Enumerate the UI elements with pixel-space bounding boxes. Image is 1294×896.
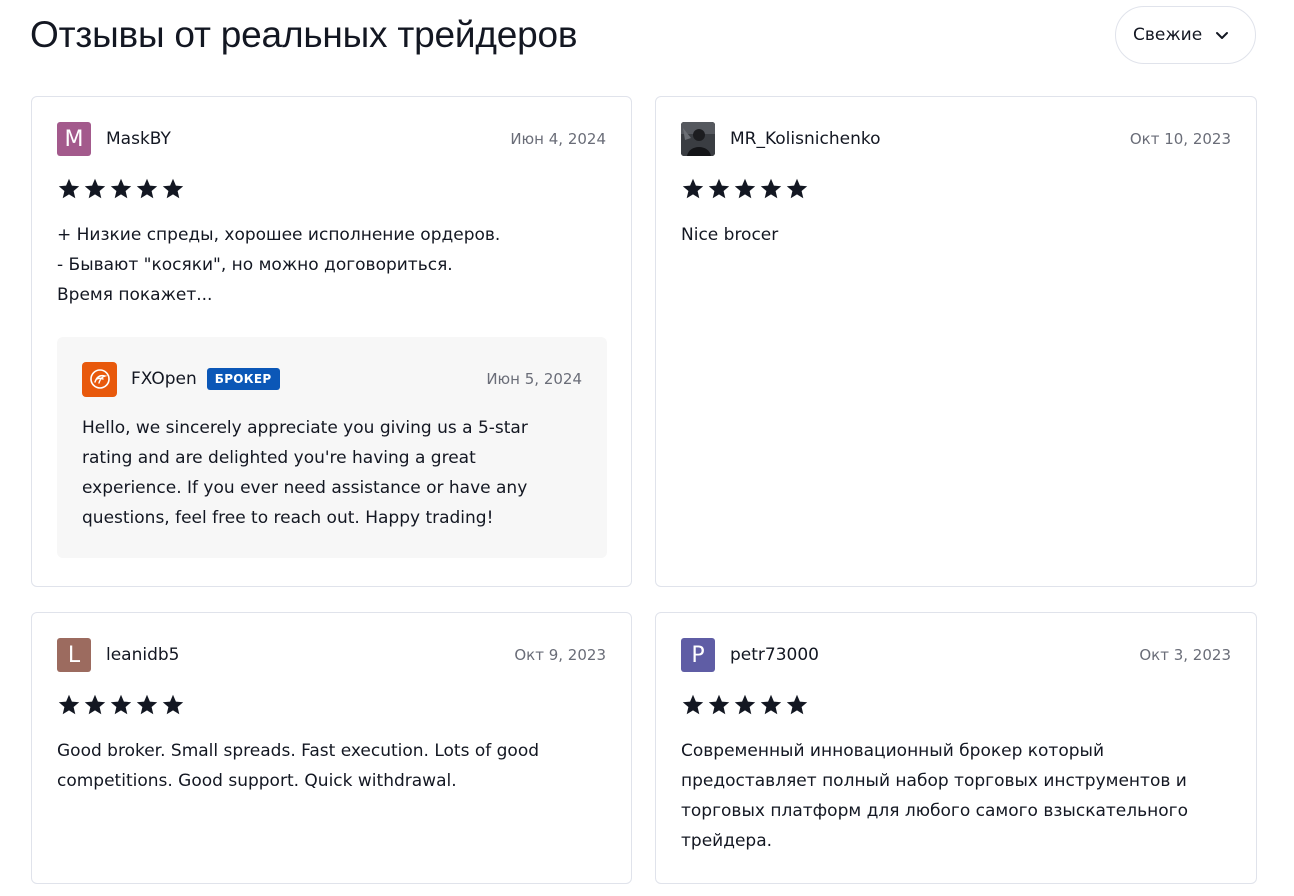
star-icon <box>681 177 705 201</box>
reply-text: Hello, we sincerely appreciate you givin… <box>82 418 528 528</box>
star-icon <box>733 693 757 717</box>
star-rating <box>681 177 809 201</box>
star-icon <box>135 693 159 717</box>
review-date: Окт 10, 2023 <box>1129 130 1231 148</box>
review-date: Окт 3, 2023 <box>1139 646 1231 664</box>
review-card: MR_Kolisnichenko Окт 10, 2023 Nice broce… <box>655 96 1257 587</box>
reply-date: Июн 5, 2024 <box>486 370 582 388</box>
review-text: Современный инновационный брокер который… <box>681 741 1188 851</box>
star-icon <box>785 693 809 717</box>
avatar[interactable] <box>681 122 715 156</box>
author-name[interactable]: MR_Kolisnichenko <box>730 129 880 149</box>
review-card: P petr73000 Окт 3, 2023 Современный инно… <box>655 612 1257 884</box>
star-icon <box>109 693 133 717</box>
review-author-row: P petr73000 Окт 3, 2023 <box>681 638 1231 672</box>
broker-badge: БРОКЕР <box>206 368 280 390</box>
author-name[interactable]: MaskBY <box>106 129 171 149</box>
broker-reply-header: FXOpen БРОКЕР Июн 5, 2024 <box>82 361 582 397</box>
review-date: Окт 9, 2023 <box>514 646 606 664</box>
avatar[interactable]: P <box>681 638 715 672</box>
star-icon <box>161 177 185 201</box>
star-rating <box>681 693 809 717</box>
fxopen-logo-icon[interactable] <box>82 361 117 397</box>
star-icon <box>733 177 757 201</box>
page-title: Отзывы от реальных трейдеров <box>30 14 578 55</box>
star-rating <box>57 177 185 201</box>
review-text: Good broker. Small spreads. Fast executi… <box>57 741 540 791</box>
star-icon <box>707 693 731 717</box>
star-icon <box>759 177 783 201</box>
star-icon <box>759 693 783 717</box>
star-icon <box>681 693 705 717</box>
star-icon <box>83 177 107 201</box>
star-icon <box>785 177 809 201</box>
star-icon <box>83 693 107 717</box>
review-card: M MaskBY Июн 4, 2024 + Низкие спреды, хо… <box>31 96 632 587</box>
review-card: L leanidb5 Окт 9, 2023 Good broker. Smal… <box>31 612 632 884</box>
review-date: Июн 4, 2024 <box>510 130 606 148</box>
star-icon <box>161 693 185 717</box>
star-icon <box>57 693 81 717</box>
sort-dropdown-button[interactable]: Свежие <box>1115 6 1256 64</box>
avatar[interactable]: M <box>57 122 91 156</box>
chevron-down-icon <box>1214 27 1230 43</box>
star-icon <box>135 177 159 201</box>
star-icon <box>109 177 133 201</box>
author-name[interactable]: petr73000 <box>730 645 819 665</box>
star-icon <box>707 177 731 201</box>
star-rating <box>57 693 185 717</box>
review-author-row: MR_Kolisnichenko Окт 10, 2023 <box>681 122 1231 156</box>
broker-name[interactable]: FXOpen <box>131 369 197 389</box>
star-icon <box>57 177 81 201</box>
sort-label: Свежие <box>1133 25 1203 45</box>
review-text: + Низкие спреды, хорошее исполнение орде… <box>57 225 501 305</box>
broker-reply: FXOpen БРОКЕР Июн 5, 2024 Hello, we sinc… <box>57 337 607 558</box>
review-author-row: M MaskBY Июн 4, 2024 <box>57 122 606 156</box>
review-author-row: L leanidb5 Окт 9, 2023 <box>57 638 606 672</box>
review-text: Nice brocer <box>681 225 779 245</box>
author-name[interactable]: leanidb5 <box>106 645 180 665</box>
avatar[interactable]: L <box>57 638 91 672</box>
